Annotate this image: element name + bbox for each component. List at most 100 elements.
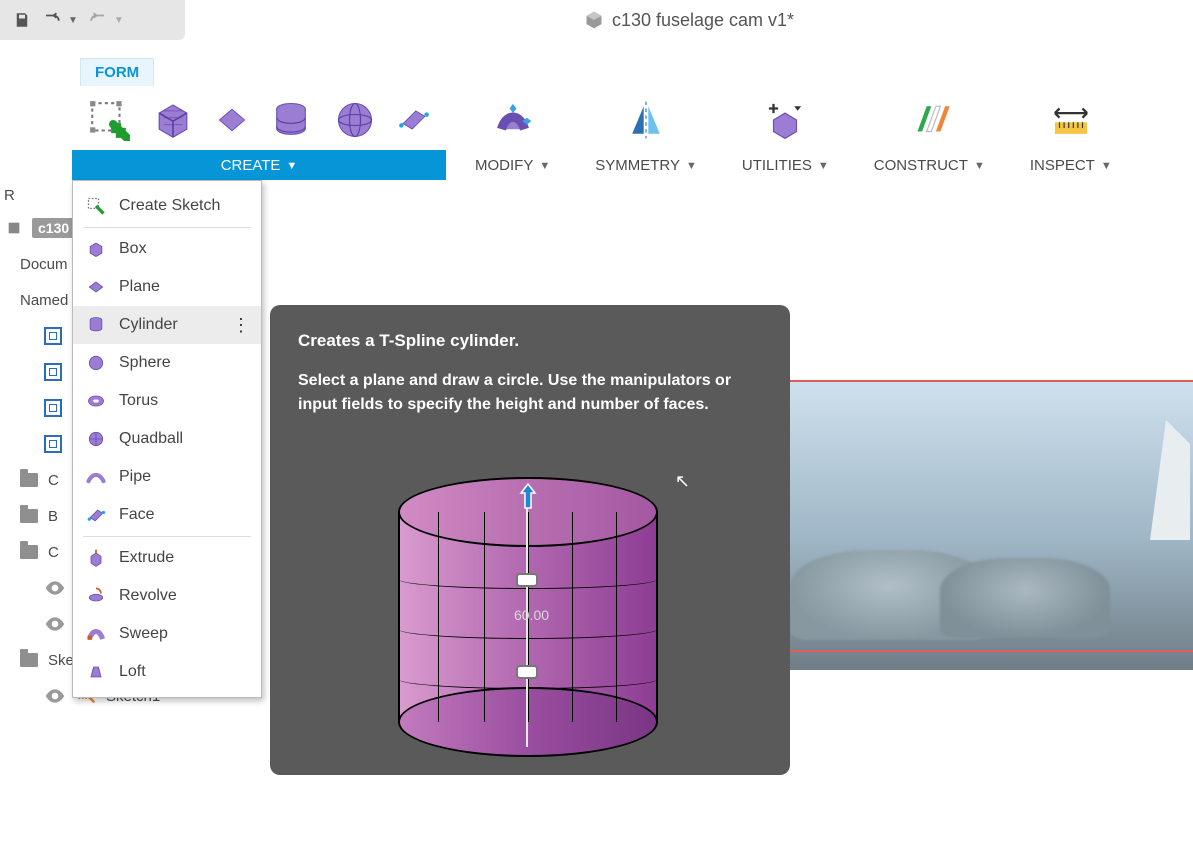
menu-item-pipe[interactable]: Pipe — [73, 458, 261, 496]
extrude-icon — [85, 547, 107, 569]
utilities-label-text: UTILITIES — [742, 157, 812, 174]
menu-item-label: Quadball — [119, 430, 183, 448]
sphere-icon — [85, 352, 107, 374]
visibility-icon[interactable] — [44, 581, 66, 595]
view-icon — [44, 399, 62, 417]
construct-group-label[interactable]: CONSTRUCT ▼ — [858, 150, 1001, 180]
quick-access-toolbar: ▼ ▼ — [0, 0, 185, 40]
menu-item-box[interactable]: Box — [73, 230, 261, 268]
menu-item-label: Face — [119, 506, 155, 524]
folder-icon — [20, 473, 38, 487]
inspect-tool-icon[interactable] — [1046, 95, 1096, 145]
sphere-tool-icon[interactable] — [330, 95, 380, 145]
create-group-label[interactable]: CREATE ▼ — [72, 150, 446, 180]
browser-row-label: B — [48, 508, 58, 525]
canvas-reference-image — [780, 380, 1193, 670]
tooltip-dimension: 60.00 — [514, 607, 549, 623]
create-menu-dropdown: Create Sketch Box Plane Cylinder ⋮ SphereToru… — [72, 180, 262, 698]
sketch-icon — [85, 195, 107, 217]
create-sketch-tool-icon[interactable] — [84, 95, 134, 145]
menu-item-revolve[interactable]: Revolve — [73, 577, 261, 615]
browser-header-label: R — [0, 180, 15, 210]
cursor-icon: ↖ — [675, 471, 690, 492]
document-title-bar: c130 fuselage cam v1* — [185, 0, 1193, 40]
tooltip-figure: 60.00 ↖ — [380, 455, 680, 755]
cylinder-icon — [85, 314, 107, 336]
plane-tool-icon[interactable] — [212, 100, 252, 140]
menu-item-face[interactable]: Face — [73, 496, 261, 534]
menu-item-loft[interactable]: Loft — [73, 653, 261, 691]
component-icon — [6, 220, 22, 236]
menu-item-quadball[interactable]: Quadball — [73, 420, 261, 458]
ribbon-toolbar: CREATE ▼ MODIFY▼ SYMMETRY ▼ UTILITIES ▼ — [0, 86, 1193, 180]
menu-item-label: Cylinder — [119, 316, 178, 334]
utilities-tool-icon[interactable] — [760, 95, 810, 145]
view-icon — [44, 363, 62, 381]
loft-icon — [85, 661, 107, 683]
undo-dropdown-caret-icon[interactable]: ▼ — [68, 15, 78, 26]
pipe-icon — [85, 466, 107, 488]
chevron-down-icon: ▼ — [974, 160, 985, 172]
box-icon — [85, 238, 107, 260]
create-label-text: CREATE — [221, 157, 281, 174]
kebab-icon[interactable]: ⋮ — [232, 315, 249, 336]
cylinder-tool-icon[interactable] — [266, 95, 316, 145]
folder-icon — [20, 653, 38, 667]
construct-label-text: CONSTRUCT — [874, 157, 968, 174]
menu-item-sphere[interactable]: Sphere — [73, 344, 261, 382]
group-modify: MODIFY▼ — [459, 90, 566, 180]
save-icon[interactable] — [12, 10, 32, 30]
tab-form[interactable]: FORM — [80, 58, 154, 86]
torus-icon — [85, 390, 107, 412]
tooltip-card: Creates a T-Spline cylinder. Select a pl… — [270, 305, 790, 775]
box-tool-icon[interactable] — [148, 95, 198, 145]
chevron-down-icon: ▼ — [686, 160, 697, 172]
sweep-icon — [85, 623, 107, 645]
menu-item-label: Loft — [119, 663, 146, 681]
face-tool-icon[interactable] — [394, 100, 434, 140]
redo-dropdown-caret-icon[interactable]: ▼ — [114, 15, 124, 26]
group-utilities: UTILITIES ▼ — [726, 90, 845, 180]
construct-tool-icon[interactable] — [904, 95, 954, 145]
symmetry-group-label[interactable]: SYMMETRY ▼ — [579, 150, 713, 180]
modify-tool-icon[interactable] — [488, 95, 538, 145]
quadball-icon — [85, 428, 107, 450]
tab-form-label: FORM — [95, 64, 139, 81]
folder-icon — [20, 509, 38, 523]
canvas-plane-shape — [940, 558, 1110, 638]
cylinder-preview-icon: 60.00 ↖ — [398, 477, 658, 747]
manipulator-grip-icon — [516, 573, 538, 587]
browser-row-label: Named — [20, 292, 68, 309]
redo-icon[interactable] — [88, 10, 108, 30]
browser-doc-chip: c130 — [32, 218, 75, 238]
cube-icon — [584, 10, 604, 30]
symmetry-tool-icon[interactable] — [621, 95, 671, 145]
menu-item-plane[interactable]: Plane — [73, 268, 261, 306]
chevron-down-icon: ▼ — [539, 160, 550, 172]
group-inspect: INSPECT▼ — [1014, 90, 1128, 180]
menu-item-label: Plane — [119, 278, 160, 296]
menu-item-sweep[interactable]: Sweep — [73, 615, 261, 653]
visibility-icon[interactable] — [44, 617, 66, 631]
menu-separator — [83, 227, 251, 228]
visibility-icon[interactable] — [44, 689, 66, 703]
menu-item-label: Revolve — [119, 587, 177, 605]
modify-group-label[interactable]: MODIFY▼ — [459, 150, 566, 180]
undo-icon[interactable] — [42, 10, 62, 30]
browser-row-label: C — [48, 472, 59, 489]
group-symmetry: SYMMETRY ▼ — [579, 90, 713, 180]
chevron-down-icon: ▼ — [818, 160, 829, 172]
browser-row-label: C — [48, 544, 59, 561]
inspect-group-label[interactable]: INSPECT▼ — [1014, 150, 1128, 180]
menu-item-sketch[interactable]: Create Sketch — [73, 187, 261, 225]
menu-item-label: Pipe — [119, 468, 151, 486]
symmetry-label-text: SYMMETRY — [595, 157, 680, 174]
menu-separator — [83, 536, 251, 537]
menu-item-torus[interactable]: Torus — [73, 382, 261, 420]
menu-item-extrude[interactable]: Extrude — [73, 539, 261, 577]
create-icon-row — [72, 90, 446, 150]
plane-icon — [85, 276, 107, 298]
view-icon — [44, 327, 62, 345]
utilities-group-label[interactable]: UTILITIES ▼ — [726, 150, 845, 180]
menu-item-cylinder[interactable]: Cylinder ⋮ — [73, 306, 261, 344]
